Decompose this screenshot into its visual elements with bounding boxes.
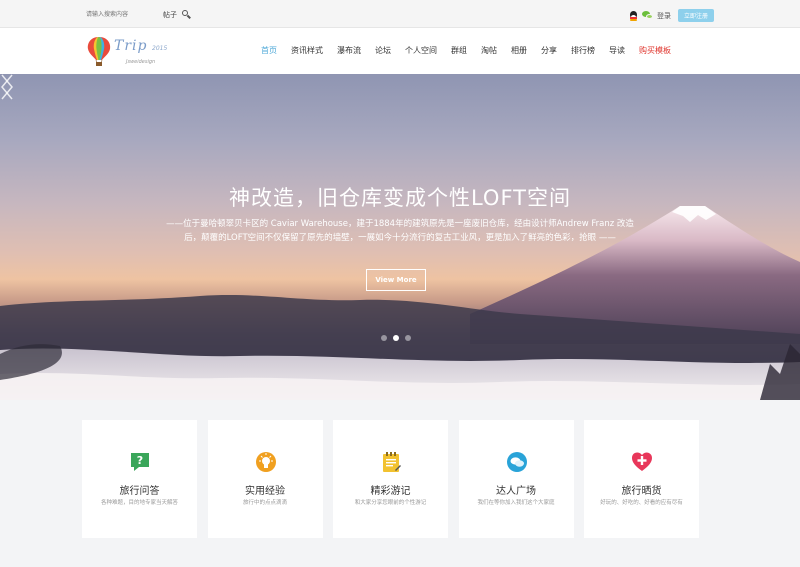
nav-item[interactable]: 导读 (609, 45, 625, 56)
search-icon[interactable] (181, 9, 193, 21)
wechat-icon[interactable] (642, 11, 653, 20)
feature-title: 精彩游记 (370, 486, 411, 497)
notepad-icon (380, 451, 402, 473)
main-nav: 首页 资讯样式 瀑布流 论坛 个人空间 群组 淘帖 相册 分享 排行榜 导读 购买模板 (261, 45, 685, 56)
lightbulb-icon (255, 451, 277, 473)
register-button[interactable]: 立即注册 (678, 9, 714, 22)
header: Trip 2015 Jsweidesign 首页 资讯样式 瀑布流 论坛 个人空间 群组 淘… (0, 28, 800, 74)
feature-card[interactable]: 旅行晒货好玩的、好吃的、好看的应有尽有 (584, 420, 699, 538)
nav-item[interactable]: 群组 (451, 45, 467, 56)
svg-text:?: ? (137, 454, 143, 467)
feature-card[interactable]: 达人广场我们在等你加入我们这个大家庭 (458, 420, 574, 538)
feature-card[interactable]: 实用经验旅行中的点点滴滴 (207, 420, 323, 538)
feature-title: 旅行问答 (119, 486, 160, 497)
feature-cards: ? 旅行问答 各种难题，目的地专家当天解答 实用经验 旅行中的点点滴滴 精彩游记 和大家分享… (82, 420, 710, 538)
feature-title: 旅行晒货 (621, 486, 662, 497)
nav-item[interactable]: 分享 (541, 45, 557, 56)
qq-icon[interactable] (629, 10, 638, 21)
slider-dot[interactable] (393, 335, 399, 341)
user-actions: 登录 立即注册 (629, 9, 714, 22)
question-bubble-icon: ? (129, 451, 151, 473)
feature-title: 达人广场 (496, 486, 536, 497)
login-link[interactable]: 登录 (657, 11, 671, 21)
nav-item[interactable]: 首页 (261, 45, 277, 56)
search-input[interactable] (86, 7, 158, 22)
logo-subtitle: Jsweidesign (126, 59, 156, 65)
nav-item[interactable]: 排行榜 (571, 45, 595, 56)
nav-item[interactable]: 瀑布流 (337, 45, 361, 56)
logo-year: 2015 (152, 45, 168, 52)
nav-item[interactable]: 个人空间 (405, 45, 437, 56)
feature-description: 我们在等你加入我们这个大家庭 (477, 500, 555, 506)
feature-description: 和大家分享您眼前的个性游记 (354, 500, 427, 506)
feature-card[interactable]: ? 旅行问答各种难题，目的地专家当天解答 (82, 420, 197, 538)
nav-item[interactable]: 论坛 (375, 45, 391, 56)
slider-dot[interactable] (405, 335, 411, 341)
nav-item[interactable]: 淘帖 (481, 45, 497, 56)
search-box: 帖子 (86, 7, 193, 22)
view-more-button[interactable]: View More (366, 269, 426, 291)
feature-description: 各种难题，目的地专家当天解答 (100, 500, 178, 506)
feature-description: 好玩的、好吃的、好看的应有尽有 (600, 500, 683, 506)
nav-item[interactable]: 资讯样式 (291, 45, 323, 56)
site-logo[interactable]: Trip 2015 Jsweidesign (86, 36, 186, 68)
hot-air-balloon-icon (87, 37, 111, 66)
hero-description: ——位于曼哈顿翠贝卡区的 Caviar Warehouse，建于1884年的建筑… (166, 219, 634, 243)
nav-item[interactable]: 购买模板 (639, 45, 671, 56)
hero-title: 神改造，旧仓库变成个性LOFT空间 (228, 186, 572, 210)
feature-title: 实用经验 (245, 486, 285, 497)
nav-item[interactable]: 相册 (511, 45, 527, 56)
search-type-select[interactable]: 帖子 (163, 10, 177, 20)
chat-bubbles-icon (506, 451, 528, 473)
chevron-right-icon[interactable] (0, 74, 14, 100)
top-bar: 帖子 登录 立即注册 (0, 0, 800, 28)
slider-dot[interactable] (381, 335, 387, 341)
logo-text: Trip (114, 38, 148, 54)
hero-slider: 神改造，旧仓库变成个性LOFT空间 ——位于曼哈顿翠贝卡区的 Caviar Wa… (0, 74, 800, 400)
feature-card[interactable]: 精彩游记和大家分享您眼前的个性游记 (333, 420, 448, 538)
feature-description: 旅行中的点点滴滴 (242, 500, 287, 506)
plus-heart-icon (631, 451, 653, 473)
slider-pagination (381, 335, 417, 341)
